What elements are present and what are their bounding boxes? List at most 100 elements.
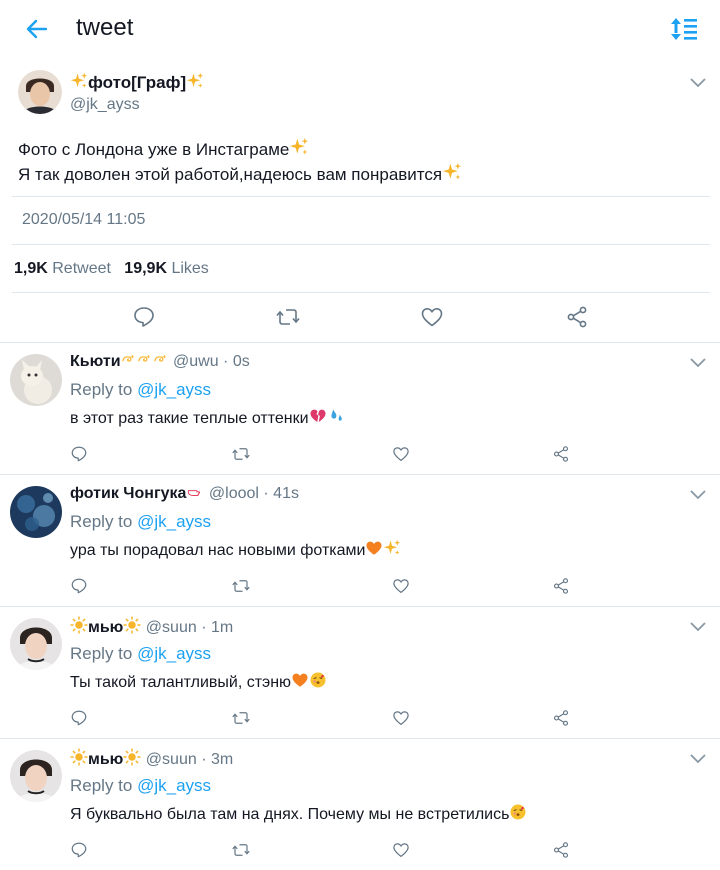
avatar[interactable] (10, 486, 62, 538)
reply-handle[interactable]: @uwu (173, 353, 219, 370)
reply-icon[interactable] (70, 577, 88, 595)
reply-author-name-text: Кьюти (70, 353, 121, 370)
retweet-icon[interactable] (232, 577, 250, 595)
avatar[interactable] (10, 354, 62, 406)
reply-to-label: Reply to (70, 380, 133, 399)
reply-to-label: Reply to (70, 776, 133, 795)
reply-tweet[interactable]: Кьюти @uwu · 0s Reply to @jk_ayss в этот… (0, 342, 720, 474)
reply-icon[interactable] (70, 841, 88, 859)
kissing-face-icon (509, 803, 527, 821)
reply-handle[interactable]: @suun (146, 619, 197, 636)
retweet-icon[interactable] (276, 305, 300, 329)
retweet-icon[interactable] (232, 841, 250, 859)
reply-tweet[interactable]: мью @suun · 3m Reply to @jk_ayss Я буква… (0, 738, 720, 870)
sparkles-icon (186, 72, 204, 90)
divider (12, 292, 710, 293)
like-icon[interactable] (392, 841, 410, 859)
reply-to-line: Reply to @jk_ayss (70, 644, 211, 664)
reply-tweet[interactable]: фотик Чонгука @loool · 41s Reply to @jk_… (0, 474, 720, 606)
reply-icon[interactable] (70, 445, 88, 463)
retweet-stat[interactable]: 1,9K Retweet (14, 260, 111, 277)
reply-tweet[interactable]: мью @suun · 1m Reply to @jk_ayss Ты тако… (0, 606, 720, 738)
separator: · (263, 485, 269, 502)
chevron-down-icon[interactable] (688, 620, 708, 634)
divider (12, 244, 710, 245)
sun-icon (123, 616, 141, 634)
chevron-down-icon[interactable] (688, 76, 708, 90)
tweet-text-line: Фото с Лондона уже в Инстаграме (18, 137, 462, 162)
main-tweet: фото[Граф] @jk_ayss Фото с Лондона уже в… (0, 62, 720, 344)
retweet-label: Retweet (52, 260, 111, 277)
reply-header: фотик Чонгука @loool · 41s (70, 484, 299, 503)
pointing-hand-icon (186, 484, 204, 500)
reply-text: ура ты порадовал нас новыми фотками (70, 539, 401, 560)
reply-to-line: Reply to @jk_ayss (70, 512, 211, 532)
reply-author-name[interactable]: фотик Чонгука (70, 485, 204, 502)
tweet-text-line: Я так доволен этой работой,надеюсь вам п… (18, 162, 462, 187)
share-icon[interactable] (552, 709, 570, 727)
top-bar: tweet (0, 0, 720, 58)
reply-icon[interactable] (132, 305, 156, 329)
share-icon[interactable] (552, 445, 570, 463)
like-icon[interactable] (420, 305, 444, 329)
reply-header: мью @suun · 1m (70, 616, 233, 637)
dizzy-icon (137, 352, 153, 368)
reply-author-name[interactable]: мью (70, 751, 141, 768)
sparkles-icon (70, 72, 88, 90)
share-icon[interactable] (565, 305, 589, 329)
reply-handle[interactable]: @loool (209, 485, 259, 502)
author-handle[interactable]: @jk_ayss (70, 96, 140, 114)
author-name[interactable]: фото[Граф] (70, 72, 204, 93)
reply-to-handle-link[interactable]: @jk_ayss (137, 512, 211, 531)
reply-to-handle-link[interactable]: @jk_ayss (137, 644, 211, 663)
reply-to-handle-link[interactable]: @jk_ayss (137, 380, 211, 399)
reply-time: 41s (273, 485, 299, 502)
tweet-stats: 1,9K Retweet 19,9K Likes (14, 260, 209, 278)
kissing-face-icon (309, 671, 327, 689)
chevron-down-icon[interactable] (688, 488, 708, 502)
separator: · (223, 353, 229, 370)
share-icon[interactable] (552, 841, 570, 859)
reply-header: мью @suun · 3m (70, 748, 233, 769)
like-icon[interactable] (392, 709, 410, 727)
separator: · (201, 751, 207, 768)
like-icon[interactable] (392, 445, 410, 463)
reply-author-name-text: мью (88, 751, 124, 768)
avatar[interactable] (10, 750, 62, 802)
reply-text: в этот раз такие теплые оттенки (70, 407, 345, 428)
back-arrow-icon[interactable] (22, 14, 52, 44)
reply-text: Я буквально была там на днях. Почему мы … (70, 803, 527, 824)
sparkles-icon (383, 539, 401, 557)
sort-icon[interactable] (668, 14, 700, 44)
dizzy-icon (153, 352, 169, 368)
like-label: Likes (171, 260, 209, 277)
reply-icon[interactable] (70, 709, 88, 727)
dizzy-icon (121, 352, 137, 368)
reply-handle[interactable]: @suun (146, 751, 197, 768)
reply-author-name[interactable]: Кьюти (70, 353, 169, 370)
chevron-down-icon[interactable] (688, 356, 708, 370)
avatar[interactable] (18, 70, 62, 114)
reply-text: Ты такой талантливый, стэню (70, 671, 327, 692)
share-icon[interactable] (552, 577, 570, 595)
like-count: 19,9K (124, 260, 167, 277)
reply-header: Кьюти @uwu · 0s (70, 352, 250, 371)
chevron-down-icon[interactable] (688, 752, 708, 766)
orange-heart-icon (365, 539, 383, 557)
author-name-text: фото[Граф] (88, 73, 187, 92)
reply-author-name-text: мью (88, 619, 124, 636)
reply-to-handle-link[interactable]: @jk_ayss (137, 776, 211, 795)
droplets-icon (327, 407, 345, 425)
reply-time: 3m (210, 751, 234, 768)
tweet-text: Фото с Лондона уже в Инстаграме Я так до… (18, 137, 462, 187)
retweet-icon[interactable] (232, 709, 250, 727)
like-stat[interactable]: 19,9K Likes (124, 260, 209, 277)
orange-heart-icon (291, 671, 309, 689)
reply-time: 1m (210, 619, 234, 636)
avatar[interactable] (10, 618, 62, 670)
like-icon[interactable] (392, 577, 410, 595)
tweet-timestamp: 2020/05/14 11:05 (22, 211, 146, 228)
retweet-icon[interactable] (232, 445, 250, 463)
sun-icon (70, 748, 88, 766)
reply-author-name[interactable]: мью (70, 619, 141, 636)
